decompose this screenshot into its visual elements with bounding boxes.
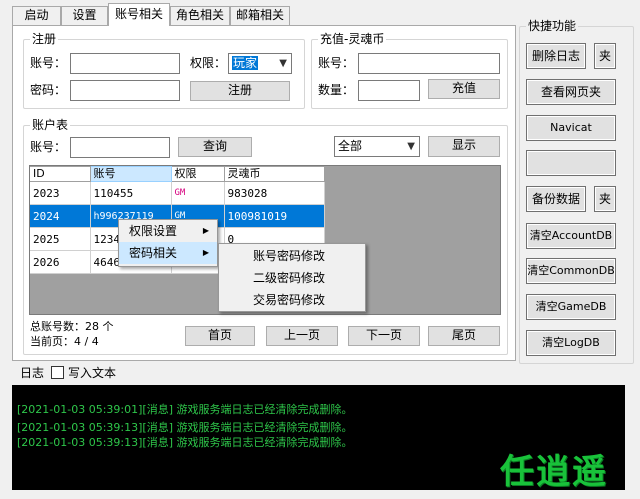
log-title: 日志 [20,366,45,380]
register-password-label: 密码： [30,83,67,97]
tab-mail[interactable]: 邮箱相关 [230,6,290,25]
permission-selected-value: 玩家 [232,56,259,70]
clear-commondb-button[interactable]: 清空CommonDB [526,258,616,284]
column-header-coin[interactable]: 灵魂币 [224,166,325,182]
recharge-button[interactable]: 充值 [428,79,500,99]
menu-item-trade-password[interactable]: 交易密码修改 [219,289,365,311]
register-account-input[interactable] [70,53,180,74]
register-group: 注册 账号： 权限： 玩家 ▼ 密码： 注册 [23,32,305,109]
backup-data-button[interactable]: 备份数据 [526,186,586,212]
column-header-permission[interactable]: 权限 [171,166,225,182]
tab-character[interactable]: 角色相关 [170,6,230,25]
write-text-checkbox[interactable] [51,366,64,379]
cell-id: 2025 [30,227,91,251]
cell-account: 110455 [90,181,172,205]
delete-log-button[interactable]: 删除日志 [526,43,586,69]
write-text-label: 写入文本 [68,366,117,380]
clear-accountdb-button[interactable]: 清空AccountDB [526,223,616,249]
show-button[interactable]: 显示 [428,136,500,157]
accounts-group-title: 账户表 [30,118,71,132]
blank-shortcut-button[interactable] [526,150,616,176]
view-webpage-folder-button[interactable]: 查看网页夹 [526,79,616,105]
prev-page-button[interactable]: 上一页 [266,326,338,346]
shortcut-group-title: 快捷功能 [526,19,579,33]
last-page-button[interactable]: 尾页 [428,326,500,346]
chevron-down-icon: ▼ [407,141,415,152]
permission-label: 权限： [190,56,227,70]
row-context-menu: 权限设置 ▶ 密码相关 ▶ [118,219,218,267]
total-accounts-label: 总账号数：28 个 [30,320,114,333]
tab-start[interactable]: 启动 [12,6,61,25]
password-submenu: 账号密码修改 二级密码修改 交易密码修改 [218,243,366,312]
recharge-group-title: 充值-灵魂币 [318,32,387,46]
menu-item-secondary-password[interactable]: 二级密码修改 [219,267,365,289]
cell-id: 2026 [30,250,91,274]
cell-id: 2024 [30,204,91,228]
account-filter-select[interactable]: 全部 ▼ [334,136,420,157]
column-header-id[interactable]: ID [30,166,91,182]
menu-item-password[interactable]: 密码相关 ▶ [119,242,217,264]
accounts-group: 账户表 账号： 查询 全部 ▼ 显示 ID 账号 权限 灵魂币 2023 110… [23,118,508,355]
log-line: [2021-01-03 05:39:13][消息] 游戏服务端日志已经清除完成删… [17,436,353,449]
cell-id: 2023 [30,181,91,205]
cell-coin: 100981019 [224,204,325,228]
watermark-logo: 任逍遥 [500,452,608,492]
submenu-arrow-icon: ▶ [202,226,209,235]
cell-permission: GM [171,181,225,205]
register-button[interactable]: 注册 [190,81,290,101]
menu-item-account-password[interactable]: 账号密码修改 [219,245,365,267]
log-folder-button[interactable]: 夹 [594,43,616,69]
recharge-group: 充值-灵魂币 账号： 数量： 充值 [311,32,508,109]
first-page-button[interactable]: 首页 [185,326,255,346]
tab-settings[interactable]: 设置 [61,6,108,25]
table-row[interactable]: 2023 110455 GM 983028 [30,181,325,205]
account-search-input[interactable] [70,137,170,158]
clear-gamedb-button[interactable]: 清空GameDB [526,294,616,320]
submenu-arrow-icon: ▶ [202,248,209,257]
log-line: [2021-01-03 05:39:13][消息] 游戏服务端日志已经清除完成删… [17,421,353,434]
column-header-account[interactable]: 账号 [89,166,172,182]
menu-item-permission-settings[interactable]: 权限设置 ▶ [119,220,217,242]
chevron-down-icon: ▼ [279,58,287,69]
recharge-account-label: 账号： [318,56,355,70]
cell-coin: 983028 [224,181,325,205]
navicat-button[interactable]: Navicat [526,115,616,141]
log-line: [2021-01-03 05:39:01][消息] 游戏服务端日志已经清除完成删… [17,403,353,416]
search-account-label: 账号： [30,140,67,154]
permission-select[interactable]: 玩家 ▼ [228,53,292,74]
backup-folder-button[interactable]: 夹 [594,186,616,212]
clear-logdb-button[interactable]: 清空LogDB [526,330,616,356]
current-page-label: 当前页：4 / 4 [30,335,99,348]
register-account-label: 账号： [30,56,67,70]
register-password-input[interactable] [70,80,180,101]
filter-selected-value: 全部 [338,139,363,153]
tab-account[interactable]: 账号相关 [108,3,170,26]
query-button[interactable]: 查询 [178,137,252,157]
recharge-amount-label: 数量： [318,83,355,97]
recharge-account-input[interactable] [358,53,500,74]
recharge-amount-input[interactable] [358,80,420,101]
next-page-button[interactable]: 下一页 [348,326,420,346]
register-group-title: 注册 [30,32,59,46]
